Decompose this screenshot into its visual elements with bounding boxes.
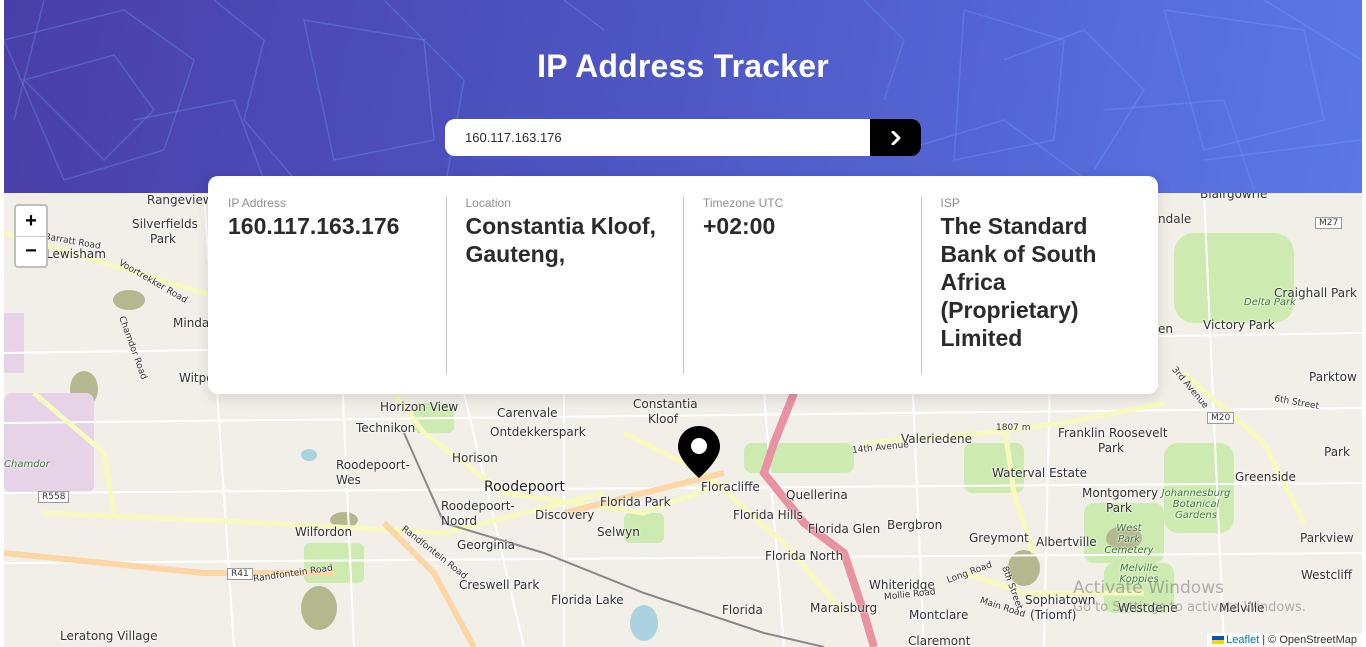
map-label: ndale bbox=[1158, 212, 1192, 226]
timezone-section: Timezone UTC +02:00 bbox=[683, 196, 921, 374]
search-bar bbox=[445, 119, 921, 156]
zoom-out-button[interactable]: − bbox=[16, 236, 46, 266]
isp-value: The Standard Bank of South Africa (Propr… bbox=[940, 213, 1097, 351]
map-label: Park bbox=[1324, 445, 1350, 459]
map-label: Blairgowrie bbox=[1200, 193, 1268, 201]
location-pin-icon[interactable] bbox=[676, 424, 722, 480]
map-label: Georginia bbox=[457, 538, 515, 552]
ip-address-section: IP Address 160.117.163.176 bbox=[208, 196, 446, 374]
map-label: West Park Cemetery bbox=[1104, 523, 1154, 556]
map-label: Constantia Kloof bbox=[633, 397, 698, 426]
map-label: Claremont bbox=[908, 634, 971, 647]
map-label: Montgomery bbox=[1082, 486, 1159, 500]
map-label: Horizon View bbox=[380, 400, 459, 414]
ip-info-card: IP Address 160.117.163.176 Location Cons… bbox=[208, 176, 1158, 394]
map-label: Roodepoort-Wes bbox=[336, 458, 410, 487]
map-label: Horison bbox=[452, 451, 498, 465]
map-label: Florida North bbox=[765, 549, 844, 563]
timezone-label: Timezone UTC bbox=[703, 196, 784, 210]
page-title: IP Address Tracker bbox=[537, 48, 829, 84]
map-label: Montclare bbox=[909, 608, 969, 622]
map-label: Albertville bbox=[1036, 535, 1097, 549]
map-label: M20 bbox=[1207, 412, 1235, 424]
map-label: Chamdor bbox=[4, 459, 50, 470]
map-label: Johannesburg Botanical Gardens bbox=[1161, 488, 1231, 521]
map-label: Park bbox=[1098, 441, 1124, 455]
location-value: Constantia Kloof, Gauteng, bbox=[465, 213, 656, 267]
map-label: Florida Hills bbox=[733, 508, 803, 522]
ip-address-label: IP Address bbox=[228, 196, 286, 210]
map-label: Florida Park bbox=[600, 495, 671, 509]
map-attribution: Leaflet | © OpenStreetMap bbox=[1207, 633, 1362, 647]
map-label: R41 bbox=[227, 568, 253, 580]
map-label: Ontdekkerspark bbox=[490, 425, 586, 439]
map-label: Parkview bbox=[1300, 531, 1354, 545]
watermark-title: Activate Windows bbox=[1073, 578, 1224, 598]
map-label: Park bbox=[150, 232, 176, 246]
map-label: M27 bbox=[1315, 217, 1343, 229]
map-label: Minda bbox=[173, 316, 210, 330]
windows-activation-watermark: Activate Windows Go to Settings to activ… bbox=[1073, 578, 1306, 615]
map-label: Bergbron bbox=[887, 518, 943, 532]
map-label: Quellerina bbox=[786, 488, 848, 502]
isp-section: ISP The Standard Bank of South Africa (P… bbox=[920, 196, 1159, 374]
attribution-text: | © OpenStreetMap bbox=[1259, 634, 1357, 646]
map-label: Wilfordon bbox=[295, 525, 353, 539]
map-label: Floracliffe bbox=[701, 480, 760, 494]
map-label: (Triomf) bbox=[1030, 608, 1077, 622]
map-label: Florida Glen bbox=[808, 522, 881, 536]
map-label: Parktow bbox=[1309, 370, 1357, 384]
ip-address-value: 160.117.163.176 bbox=[228, 213, 400, 239]
map-label: Delta Park bbox=[1244, 297, 1296, 308]
map-label: 1807 m bbox=[996, 423, 1031, 433]
watermark-subtitle: Go to Settings to activate Windows. bbox=[1073, 600, 1306, 615]
zoom-control: + − bbox=[14, 204, 48, 268]
ip-search-input[interactable] bbox=[445, 119, 870, 156]
map-label: Silverfields bbox=[132, 217, 198, 231]
search-submit-button[interactable] bbox=[870, 119, 921, 156]
map-label: Valeriedene bbox=[901, 432, 972, 446]
chevron-right-icon bbox=[891, 130, 900, 145]
map-label: Selwyn bbox=[597, 525, 640, 539]
map-label: Greymont bbox=[969, 531, 1029, 545]
zoom-in-button[interactable]: + bbox=[16, 206, 46, 236]
map-label: Creswell Park bbox=[459, 578, 540, 592]
map-label: Carenvale bbox=[497, 406, 558, 420]
leaflet-link[interactable]: Leaflet bbox=[1226, 634, 1259, 646]
isp-label: ISP bbox=[940, 196, 960, 210]
map-label: Maraisburg bbox=[810, 601, 878, 615]
location-section: Location Constantia Kloof, Gauteng, bbox=[445, 196, 684, 374]
header-pattern bbox=[4, 0, 1362, 193]
location-label: Location bbox=[465, 196, 511, 210]
map-label: Franklin Roosevelt bbox=[1058, 426, 1168, 440]
map-label: Roodepoort bbox=[484, 479, 565, 495]
ukraine-flag-icon bbox=[1212, 636, 1225, 645]
map-label: Waterval Estate bbox=[992, 466, 1088, 480]
map-label: Florida Lake bbox=[551, 593, 624, 607]
header: IP Address Tracker bbox=[4, 0, 1362, 193]
map-label: Victory Park bbox=[1203, 318, 1275, 332]
map-label: Rangeview bbox=[147, 193, 213, 207]
map-label: R558 bbox=[38, 491, 70, 503]
map-label: en bbox=[1158, 322, 1173, 336]
map-label: Technikon bbox=[356, 421, 416, 435]
timezone-value: +02:00 bbox=[703, 213, 776, 239]
map-label: Greenside bbox=[1235, 470, 1296, 484]
map-label: Westcliff bbox=[1301, 568, 1353, 582]
map-label: Roodepoort-Noord bbox=[441, 499, 515, 528]
map-label: Park bbox=[1106, 501, 1132, 515]
map-label: Leratong Village bbox=[60, 629, 158, 643]
map-label: Discovery bbox=[535, 508, 595, 522]
map-label: Florida bbox=[722, 603, 763, 617]
